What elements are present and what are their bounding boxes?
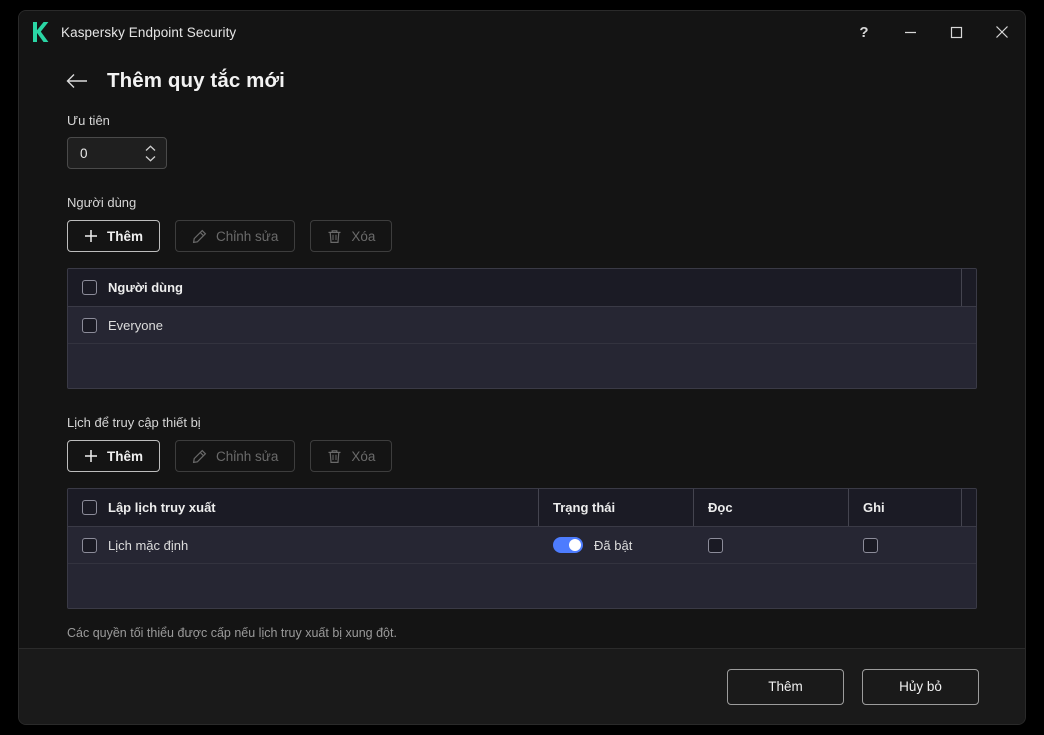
users-table-header: Người dùng [68, 269, 976, 307]
schedule-row-cell-write [849, 527, 976, 563]
users-header-cell-name: Người dùng [68, 269, 962, 306]
schedule-add-button[interactable]: Thêm [67, 440, 161, 472]
minimize-icon[interactable] [887, 11, 933, 53]
priority-input[interactable] [68, 138, 136, 168]
schedule-row-cell-status: Đã bật [539, 527, 694, 563]
pencil-icon [192, 449, 207, 464]
dialog-content: Ưu tiên Người dùng [19, 113, 1025, 648]
schedule-add-label: Thêm [107, 448, 144, 464]
trash-icon [327, 449, 342, 464]
chevron-up-icon[interactable] [145, 144, 157, 152]
users-table: Người dùng Everyone [67, 268, 977, 389]
cancel-button[interactable]: Hủy bỏ [862, 668, 979, 705]
users-row-checkbox[interactable] [82, 317, 97, 333]
schedule-header-cell-status: Trạng thái [539, 489, 694, 526]
page-title: Thêm quy tắc mới [107, 69, 285, 92]
users-edit-button: Chỉnh sửa [175, 220, 296, 252]
schedule-header-cell-name: Lập lịch truy xuất [68, 489, 539, 526]
schedule-delete-label: Xóa [351, 448, 376, 464]
toggle-knob [569, 539, 581, 551]
users-table-empty-area [68, 344, 976, 388]
title-bar: Kaspersky Endpoint Security ? [19, 11, 1025, 53]
users-action-buttons: Thêm Chỉnh sửa Xóa [67, 220, 977, 252]
add-button[interactable]: Thêm [727, 668, 844, 705]
pencil-icon [192, 229, 207, 244]
app-title: Kaspersky Endpoint Security [61, 24, 237, 40]
schedule-table-empty-area [68, 564, 976, 608]
help-icon[interactable]: ? [841, 11, 887, 53]
schedule-header-cell-read: Đọc [694, 489, 849, 526]
users-delete-button: Xóa [310, 220, 393, 252]
dialog-footer: Thêm Hủy bỏ [19, 648, 1025, 724]
table-row[interactable]: Everyone [68, 307, 976, 344]
priority-spinner-arrows[interactable] [142, 138, 160, 168]
schedule-status-label: Đã bật [594, 537, 633, 553]
schedule-read-checkbox[interactable] [708, 537, 723, 553]
users-section-label: Người dùng [67, 195, 137, 210]
arrow-left-icon[interactable] [63, 67, 91, 95]
trash-icon [327, 229, 342, 244]
schedule-column-label-2: Đọc [708, 500, 733, 515]
schedule-row-label: Lịch mặc định [108, 537, 189, 553]
close-icon[interactable] [979, 11, 1025, 53]
app-brand: Kaspersky Endpoint Security [31, 21, 236, 43]
users-delete-label: Xóa [351, 228, 376, 244]
users-section: Người dùng Thêm Chỉnh sửa Xóa Người dùng… [67, 195, 977, 389]
chevron-down-icon[interactable] [145, 155, 157, 162]
window-controls: ? [841, 11, 1025, 53]
schedule-delete-button: Xóa [310, 440, 393, 472]
schedule-select-all-checkbox[interactable] [82, 500, 97, 515]
users-column-label-0: Người dùng [108, 280, 183, 295]
priority-field-group: Ưu tiên [67, 113, 977, 169]
users-add-button[interactable]: Thêm [67, 220, 161, 252]
users-select-all-checkbox[interactable] [82, 280, 97, 295]
table-row[interactable]: Lịch mặc định Đã bật [68, 527, 976, 564]
schedule-status-toggle[interactable] [553, 537, 583, 553]
plus-icon [84, 229, 98, 243]
schedule-section-label: Lịch để truy cập thiết bị [67, 415, 201, 430]
users-header-spacer [962, 269, 976, 306]
schedule-edit-button: Chỉnh sửa [175, 440, 296, 472]
priority-stepper[interactable] [67, 137, 167, 169]
users-row-cell-name: Everyone [68, 307, 976, 343]
kaspersky-k-logo-icon [31, 21, 49, 43]
users-row-label: Everyone [108, 317, 163, 333]
schedule-row-cell-read [694, 527, 849, 563]
schedule-table-header: Lập lịch truy xuất Trạng thái Đọc Ghi [68, 489, 976, 527]
schedule-row-checkbox[interactable] [82, 537, 97, 553]
plus-icon [84, 449, 98, 463]
schedule-column-label-1: Trạng thái [553, 500, 616, 515]
priority-label: Ưu tiên [67, 113, 110, 128]
schedule-row-cell-name: Lịch mặc định [68, 527, 539, 563]
schedule-column-label-3: Ghi [863, 500, 885, 515]
schedule-action-buttons: Thêm Chỉnh sửa Xóa [67, 440, 977, 472]
schedule-header-spacer [962, 489, 976, 526]
schedule-header-cell-write: Ghi [849, 489, 962, 526]
schedule-write-checkbox[interactable] [863, 537, 878, 553]
permissions-hint: Các quyền tối thiểu được cấp nếu lịch tr… [67, 626, 397, 640]
page-header: Thêm quy tắc mới [19, 53, 1025, 113]
schedule-table: Lập lịch truy xuất Trạng thái Đọc Ghi Lị… [67, 488, 977, 609]
users-add-label: Thêm [107, 228, 144, 244]
users-edit-label: Chỉnh sửa [216, 228, 279, 244]
schedule-column-label-0: Lập lịch truy xuất [108, 500, 216, 515]
schedule-section: Lịch để truy cập thiết bị Thêm Chỉnh sửa… [67, 415, 977, 609]
maximize-icon[interactable] [933, 11, 979, 53]
schedule-edit-label: Chỉnh sửa [216, 448, 279, 464]
application-window: Kaspersky Endpoint Security ? Thêm quy t… [18, 10, 1026, 725]
